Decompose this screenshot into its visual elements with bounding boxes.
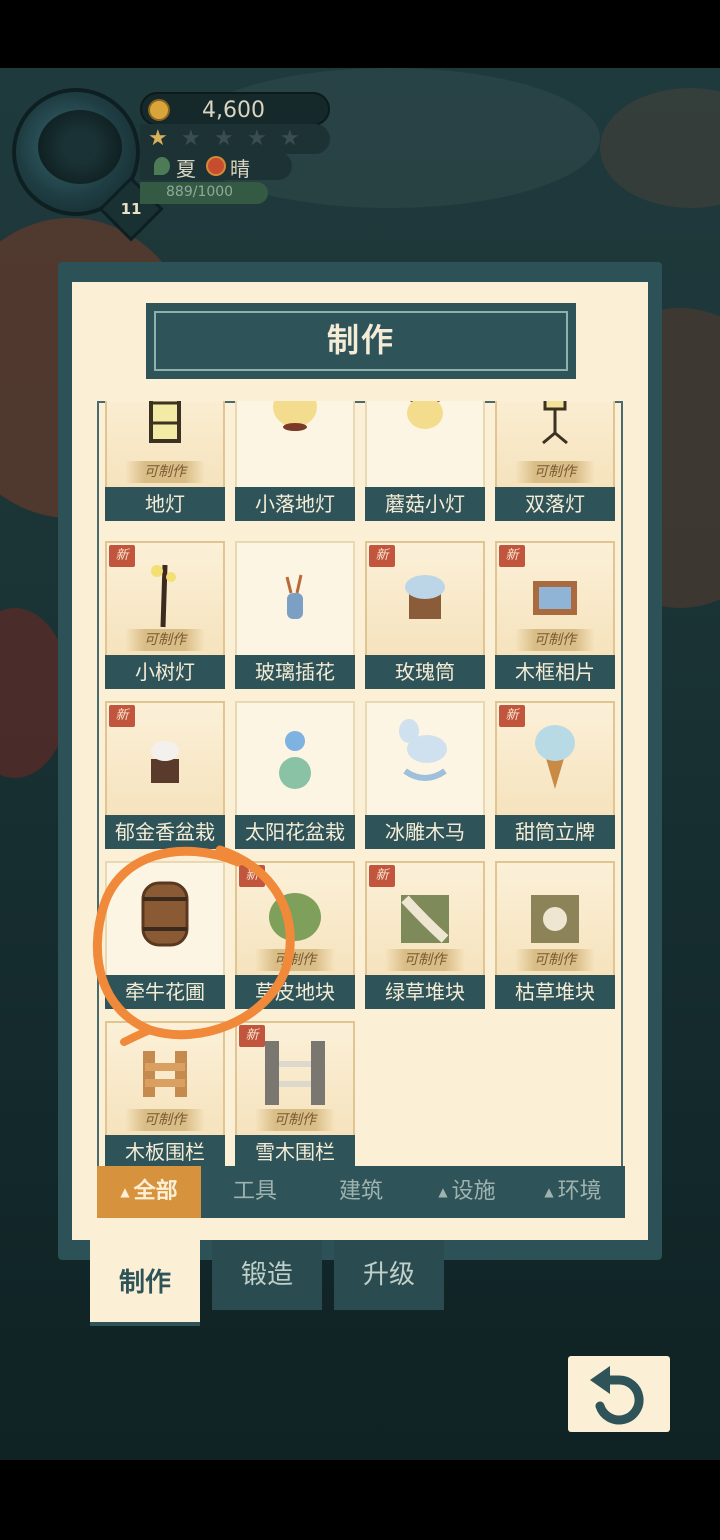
barrel-icon [141, 881, 189, 947]
new-badge: 新 [109, 705, 135, 727]
craftable-tag: 可制作 [515, 949, 595, 971]
category-tab[interactable]: ▲ 设施 [415, 1166, 519, 1218]
coin-icon [148, 99, 170, 121]
item-card-label: 冰雕木马 [365, 815, 485, 849]
star-icon: ★ [214, 126, 234, 151]
category-tab-label: 全部 [133, 1179, 178, 1204]
item-card-label: 绿草堆块 [365, 975, 485, 1009]
item-grid[interactable]: 可制作 地灯 小落地灯 蘑菇小灯 可制作 双落灯新可制作 小树灯 玻璃插花新玫瑰筒新可制作 木框… [97, 401, 623, 1169]
item-card-label: 蘑菇小灯 [365, 487, 485, 521]
item-card-label: 牵牛花圃 [105, 975, 225, 1009]
craftable-tag: 可制作 [515, 629, 595, 651]
craftable-tag: 可制作 [125, 1109, 205, 1131]
item-card[interactable]: 新玫瑰筒 [365, 541, 485, 689]
category-tab[interactable]: ▲ 全部 [97, 1166, 201, 1218]
weather-status: 夏 晴 [140, 152, 292, 181]
new-badge: 新 [499, 705, 525, 727]
item-card-label: 草皮地块 [235, 975, 355, 1009]
item-card-label: 郁金香盆栽 [105, 815, 225, 849]
item-card-label: 木框相片 [495, 655, 615, 689]
star-icon: ★ [280, 126, 300, 151]
expand-arrow-icon: ▲ [120, 1185, 130, 1199]
mode-tab[interactable]: 制作 [90, 1240, 200, 1326]
mode-tab[interactable]: 升级 [334, 1240, 444, 1310]
item-card[interactable]: 冰雕木马 [365, 701, 485, 849]
craftable-tag: 可制作 [515, 461, 595, 483]
item-card[interactable]: 新可制作小树灯 [105, 541, 225, 689]
season-label: 夏 [176, 157, 196, 181]
star-icon: ★ [247, 126, 267, 151]
item-card[interactable]: 新甜筒立牌 [495, 701, 615, 849]
sun-icon [208, 158, 224, 174]
mushroom-lamp-icon [407, 401, 443, 429]
item-card-label: 双落灯 [495, 487, 615, 521]
wood-fence-icon [143, 1051, 187, 1097]
item-card[interactable]: 可制作 地灯 [105, 401, 225, 521]
item-card[interactable]: 新可制作木框相片 [495, 541, 615, 689]
leaf-icon [154, 157, 170, 175]
item-card-label: 小落地灯 [235, 487, 355, 521]
category-tab-label: 工具 [232, 1179, 277, 1204]
item-card[interactable]: 小落地灯 [235, 401, 355, 521]
item-card-label: 甜筒立牌 [495, 815, 615, 849]
item-card[interactable]: 太阳花盆栽 [235, 701, 355, 849]
coin-counter: 4,600 [140, 92, 330, 126]
back-button[interactable] [568, 1356, 670, 1432]
item-card[interactable]: 可制作 木板围栏 [105, 1021, 225, 1169]
category-tab-label: 建筑 [338, 1179, 383, 1204]
item-card-label: 小树灯 [105, 655, 225, 689]
new-badge: 新 [109, 545, 135, 567]
item-card[interactable]: 新可制作雪木围栏 [235, 1021, 355, 1169]
item-card[interactable]: 新可制作草皮地块 [235, 861, 355, 1009]
new-badge: 新 [369, 545, 395, 567]
item-card-label: 玫瑰筒 [365, 655, 485, 689]
craftable-tag: 可制作 [385, 949, 465, 971]
expand-arrow-icon: ▲ [544, 1185, 554, 1199]
mode-tab[interactable]: 锻造 [212, 1240, 322, 1310]
item-card[interactable]: 新郁金香盆栽 [105, 701, 225, 849]
glass-vase-icon [285, 574, 303, 619]
star-icon: ★ [181, 126, 201, 151]
coin-value: 4,600 [202, 98, 265, 123]
category-tabs: ▲ 全部 工具 建筑 ▲ 设施 ▲ 环境 [97, 1166, 625, 1218]
new-badge: 新 [239, 1025, 265, 1047]
item-card[interactable]: 玻璃插花 [235, 541, 355, 689]
sunflower-pot-icon [279, 731, 311, 789]
category-tab[interactable]: 工具 [203, 1166, 307, 1218]
ice-horse-icon [399, 719, 447, 781]
experience-value: 889/1000 [166, 184, 234, 200]
item-card-label: 枯草堆块 [495, 975, 615, 1009]
item-card[interactable]: 蘑菇小灯 [365, 401, 485, 521]
item-card[interactable]: 可制作 双落灯 [495, 401, 615, 521]
tree-icon [38, 110, 122, 184]
craftable-tag: 可制作 [125, 629, 205, 651]
category-tab-label: 设施 [451, 1179, 496, 1204]
item-card-label: 地灯 [105, 487, 225, 521]
craftable-tag: 可制作 [255, 1109, 335, 1131]
star-icon: ★ [148, 126, 168, 151]
item-card[interactable]: 新可制作绿草堆块 [365, 861, 485, 1009]
small-floor-lamp-icon [273, 401, 317, 431]
panel-title: 制作 [326, 321, 395, 359]
new-badge: 新 [369, 865, 395, 887]
new-badge: 新 [239, 865, 265, 887]
category-tab-label: 环境 [557, 1179, 602, 1204]
category-tab[interactable]: ▲ 环境 [521, 1166, 625, 1218]
item-card-label: 雪木围栏 [235, 1135, 355, 1169]
item-card[interactable]: 牵牛花圃 [105, 861, 225, 1009]
item-card-label: 太阳花盆栽 [235, 815, 355, 849]
weather-label: 晴 [230, 157, 250, 181]
item-card-label: 玻璃插花 [235, 655, 355, 689]
undo-icon [590, 1366, 644, 1425]
experience-bar: 889/1000 [140, 182, 268, 204]
item-card[interactable]: 可制作 枯草堆块 [495, 861, 615, 1009]
item-card-label: 木板围栏 [105, 1135, 225, 1169]
expand-arrow-icon: ▲ [438, 1185, 448, 1199]
dry-grass-block-icon [531, 895, 579, 943]
new-badge: 新 [499, 545, 525, 567]
star-rating: ★ ★ ★ ★ ★ [140, 124, 330, 154]
craftable-tag: 可制作 [255, 949, 335, 971]
category-tab[interactable]: 建筑 [309, 1166, 413, 1218]
craftable-tag: 可制作 [125, 461, 205, 483]
